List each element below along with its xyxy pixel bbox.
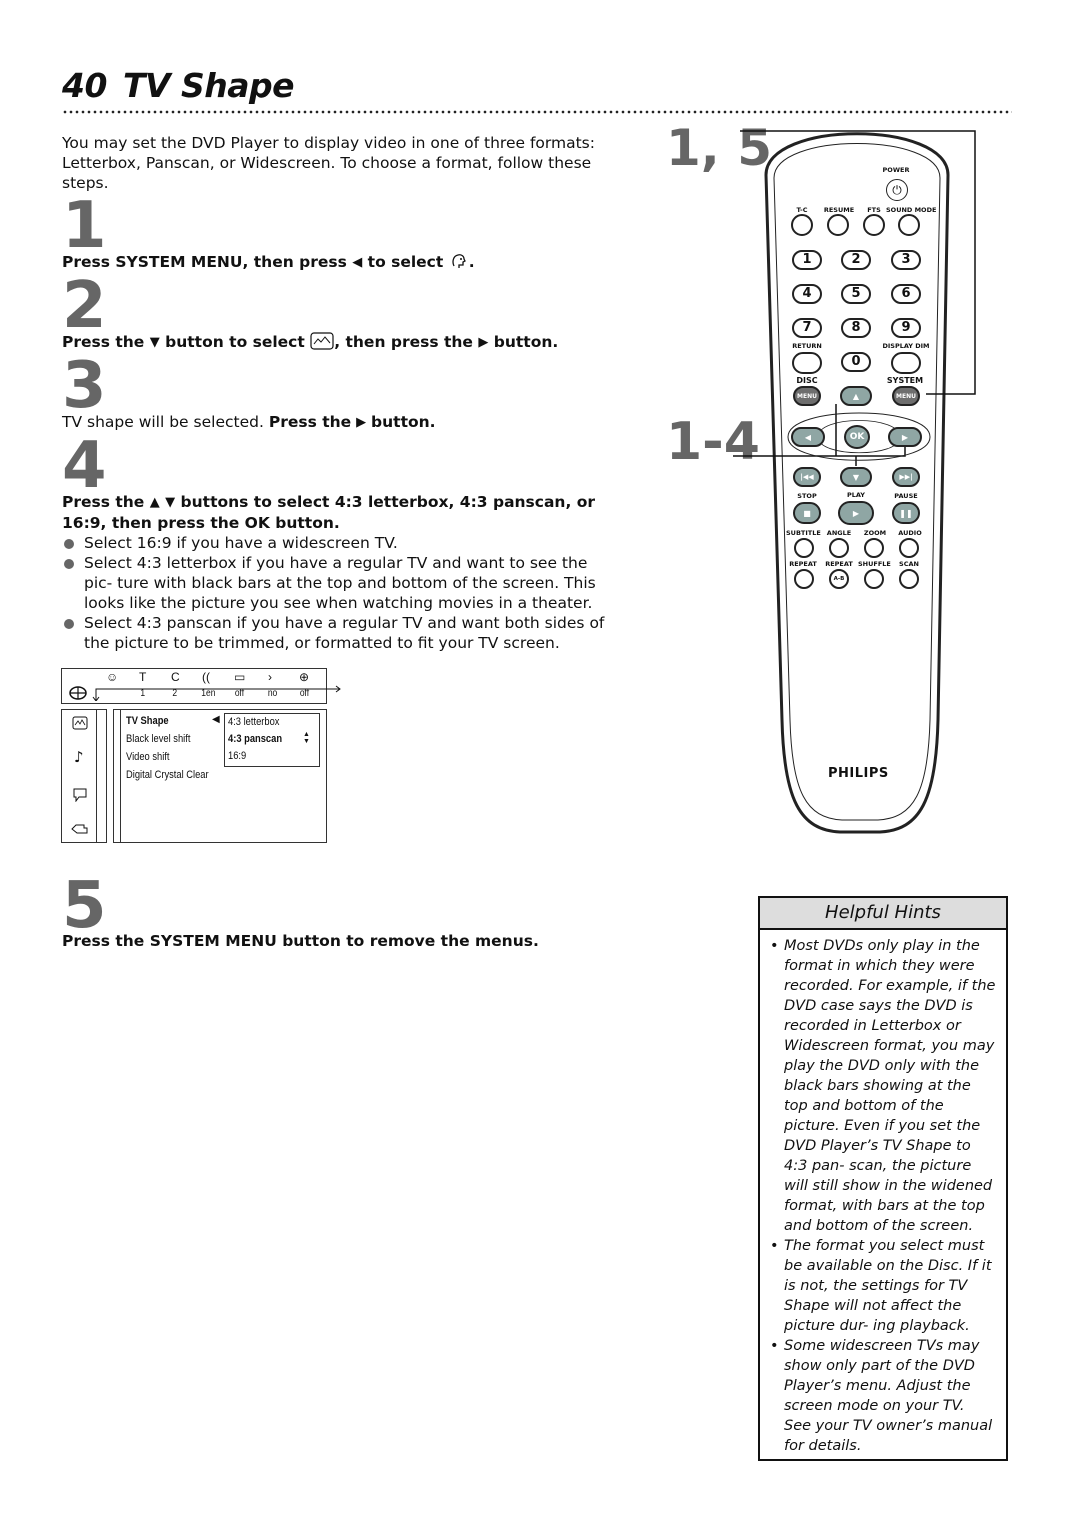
ok-button[interactable]: OK [844, 425, 870, 449]
scan-label: SCAN [899, 560, 919, 568]
audio-button[interactable] [899, 538, 919, 558]
disc-label: DISC [796, 376, 818, 385]
play-icon: ▶ [852, 508, 860, 518]
left-button[interactable]: ◀ [791, 427, 825, 447]
ab-label: A-B [833, 576, 845, 582]
digit-3-button[interactable]: 3 [891, 250, 921, 270]
sound-mode-label: SOUND MODE [886, 206, 937, 214]
helpful-hints-box: Helpful Hints Most DVDs only play in the… [758, 896, 1008, 1461]
angle-button[interactable] [829, 538, 849, 558]
resume-label: RESUME [823, 206, 855, 214]
subtitle-button[interactable] [794, 538, 814, 558]
step-5-text: Press the SYSTEM MENU button to remove t… [62, 932, 539, 950]
hint-item: Some widescreen TVs may show only part o… [770, 1336, 996, 1456]
digit-7-button[interactable]: 7 [792, 318, 822, 338]
philips-logo: PHILIPS [828, 766, 889, 781]
return-label: RETURN [792, 342, 822, 350]
right-button[interactable]: ▶ [888, 427, 922, 447]
angle-label: ANGLE [826, 529, 852, 537]
up-arrow-icon: ▲ [852, 391, 860, 401]
digit-4-button[interactable]: 4 [792, 284, 822, 304]
hint-item: Most DVDs only play in the format in whi… [770, 936, 996, 1236]
hint-item: The format you select must be available … [770, 1236, 996, 1336]
next-icon: ▶▶| [899, 473, 913, 481]
power-icon: ⏻ [892, 182, 902, 197]
display-dim-button[interactable] [891, 352, 921, 374]
play-button[interactable]: ▶ [838, 501, 874, 525]
digit-9-button[interactable]: 9 [891, 318, 921, 338]
display-dim-label: DISPLAY DIM [882, 342, 930, 350]
zoom-label: ZOOM [863, 529, 887, 537]
system-menu-label: MENU [896, 392, 916, 400]
digit-1-button[interactable]: 1 [792, 250, 822, 270]
tc-button[interactable] [791, 214, 813, 236]
fts-label: FTS [867, 206, 881, 214]
system-label: SYSTEM [886, 376, 924, 385]
shuffle-button[interactable] [864, 569, 884, 589]
fts-button[interactable] [863, 214, 885, 236]
digit-0-button[interactable]: 0 [841, 352, 871, 372]
ok-label: OK [849, 432, 865, 442]
system-menu-button[interactable]: MENU [892, 386, 920, 406]
stop-button[interactable]: ■ [793, 502, 821, 524]
down-arrow-icon: ▼ [852, 472, 860, 482]
right-arrow-icon: ▶ [901, 432, 909, 442]
pause-button[interactable]: ❚❚ [892, 502, 920, 524]
subtitle-label: SUBTITLE [786, 529, 821, 537]
digit-8-button[interactable]: 8 [841, 318, 871, 338]
disc-menu-button[interactable]: MENU [793, 386, 821, 406]
remote-outline [733, 130, 976, 834]
scan-button[interactable] [899, 569, 919, 589]
repeat-ab-label: REPEAT [825, 560, 853, 568]
hints-title: Helpful Hints [760, 898, 1006, 930]
shuffle-label: SHUFFLE [858, 560, 891, 568]
stop-label: STOP [797, 492, 817, 500]
repeat-label: REPEAT [789, 560, 817, 568]
digit-2-button[interactable]: 2 [841, 250, 871, 270]
power-label: POWER [882, 166, 910, 174]
repeat-button[interactable] [794, 569, 814, 589]
power-button[interactable]: ⏻ [886, 179, 908, 201]
pause-icon: ❚❚ [899, 508, 913, 518]
digit-6-button[interactable]: 6 [891, 284, 921, 304]
previous-icon: |◀◀ [800, 473, 814, 481]
digit-5-button[interactable]: 5 [841, 284, 871, 304]
next-button[interactable]: ▶▶| [892, 467, 920, 487]
resume-button[interactable] [827, 214, 849, 236]
previous-button[interactable]: |◀◀ [793, 467, 821, 487]
play-label: PLAY [846, 491, 866, 499]
hints-list: Most DVDs only play in the format in whi… [760, 936, 1006, 1456]
return-button[interactable] [792, 352, 822, 374]
up-button[interactable]: ▲ [840, 386, 872, 406]
zoom-button[interactable] [864, 538, 884, 558]
left-arrow-icon: ◀ [804, 432, 812, 442]
audio-label: AUDIO [898, 529, 922, 537]
disc-menu-label: MENU [797, 392, 817, 400]
repeat-ab-button[interactable]: A-B [829, 569, 849, 589]
pause-label: PAUSE [894, 492, 918, 500]
sound-mode-button[interactable] [898, 214, 920, 236]
tc-label: T-C [796, 206, 808, 214]
stop-icon: ■ [803, 508, 811, 518]
down-button[interactable]: ▼ [840, 467, 872, 487]
